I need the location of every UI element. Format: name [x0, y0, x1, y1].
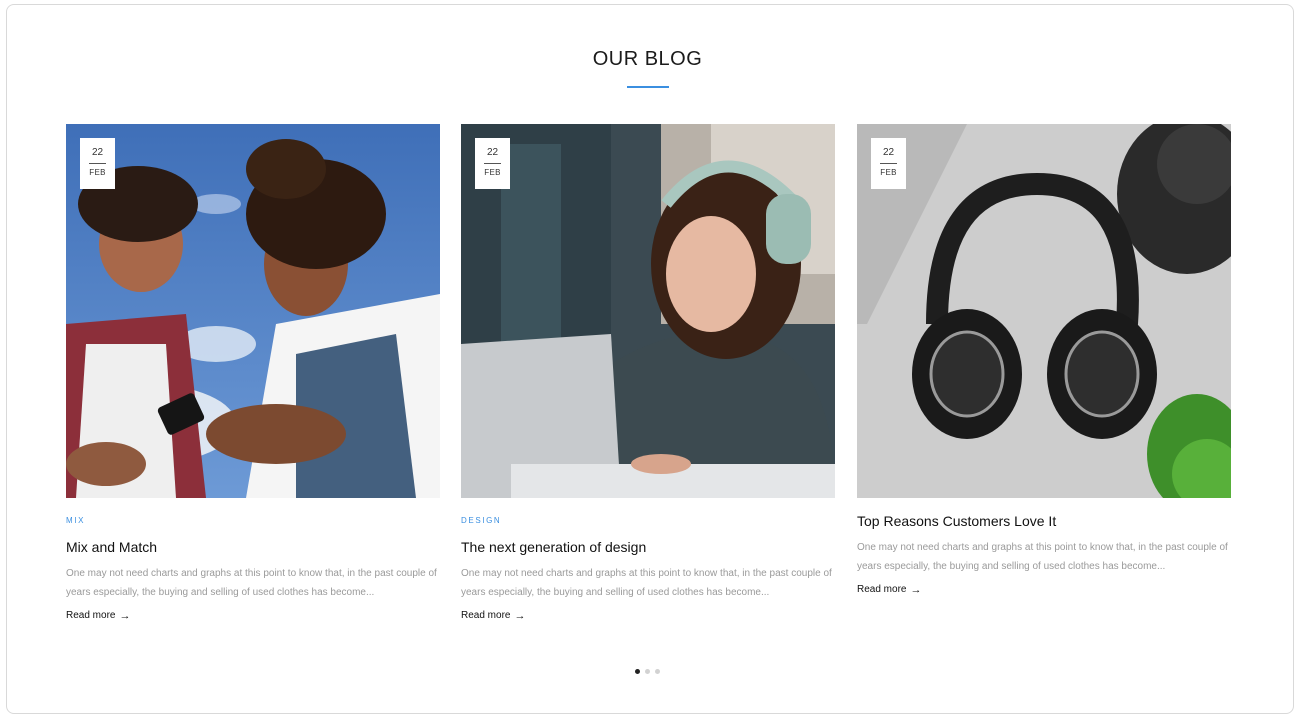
arrow-right-icon: → [119, 609, 131, 622]
date-month: FEB [89, 168, 106, 177]
section-title: OUR BLOG [592, 48, 703, 70]
title-underline [627, 86, 669, 88]
date-badge: 22 FEB [475, 138, 510, 189]
post-excerpt: One may not need charts and graphs at th… [461, 568, 832, 598]
post-category[interactable]: DESIGN [461, 516, 501, 526]
date-month: FEB [484, 168, 501, 177]
photo-woman-headphones [461, 124, 835, 498]
photo-teens-phone [66, 124, 440, 498]
post-image-1[interactable]: 22 FEB [66, 124, 440, 498]
carousel-dot-3[interactable] [655, 669, 660, 674]
post-title[interactable]: Top Reasons Customers Love It [857, 512, 1231, 530]
post-title[interactable]: Mix and Match [66, 538, 440, 556]
blog-card-2: 22 FEB DESIGN The next generation of des… [461, 124, 835, 623]
carousel-dot-2[interactable] [645, 669, 650, 674]
date-day: 22 [91, 147, 104, 158]
date-day: 22 [882, 147, 895, 158]
post-category[interactable]: MIX [66, 516, 85, 526]
carousel-pagination [635, 669, 660, 674]
read-more-label: Read more [66, 610, 116, 621]
read-more-link[interactable]: Read more → [66, 610, 130, 621]
date-divider [880, 163, 897, 164]
photo-headphones-desk [857, 124, 1231, 498]
date-divider [484, 163, 501, 164]
date-badge: 22 FEB [80, 138, 115, 189]
read-more-link[interactable]: Read more → [857, 584, 921, 595]
date-day: 22 [486, 147, 499, 158]
date-badge: 22 FEB [871, 138, 906, 189]
date-month: FEB [880, 168, 897, 177]
date-divider [89, 163, 106, 164]
post-image-2[interactable]: 22 FEB [461, 124, 835, 498]
post-title[interactable]: The next generation of design [461, 538, 835, 556]
blog-card-3: 22 FEB Top Reasons Customers Love It One… [857, 124, 1231, 597]
read-more-label: Read more [857, 584, 907, 595]
arrow-right-icon: → [910, 583, 922, 596]
post-excerpt: One may not need charts and graphs at th… [857, 542, 1228, 572]
post-excerpt: One may not need charts and graphs at th… [66, 568, 437, 598]
post-image-3[interactable]: 22 FEB [857, 124, 1231, 498]
read-more-link[interactable]: Read more → [461, 610, 525, 621]
arrow-right-icon: → [514, 609, 526, 622]
carousel-dot-1[interactable] [635, 669, 640, 674]
blog-card-1: 22 FEB MIX Mix and Match One may not nee… [66, 124, 440, 623]
read-more-label: Read more [461, 610, 511, 621]
